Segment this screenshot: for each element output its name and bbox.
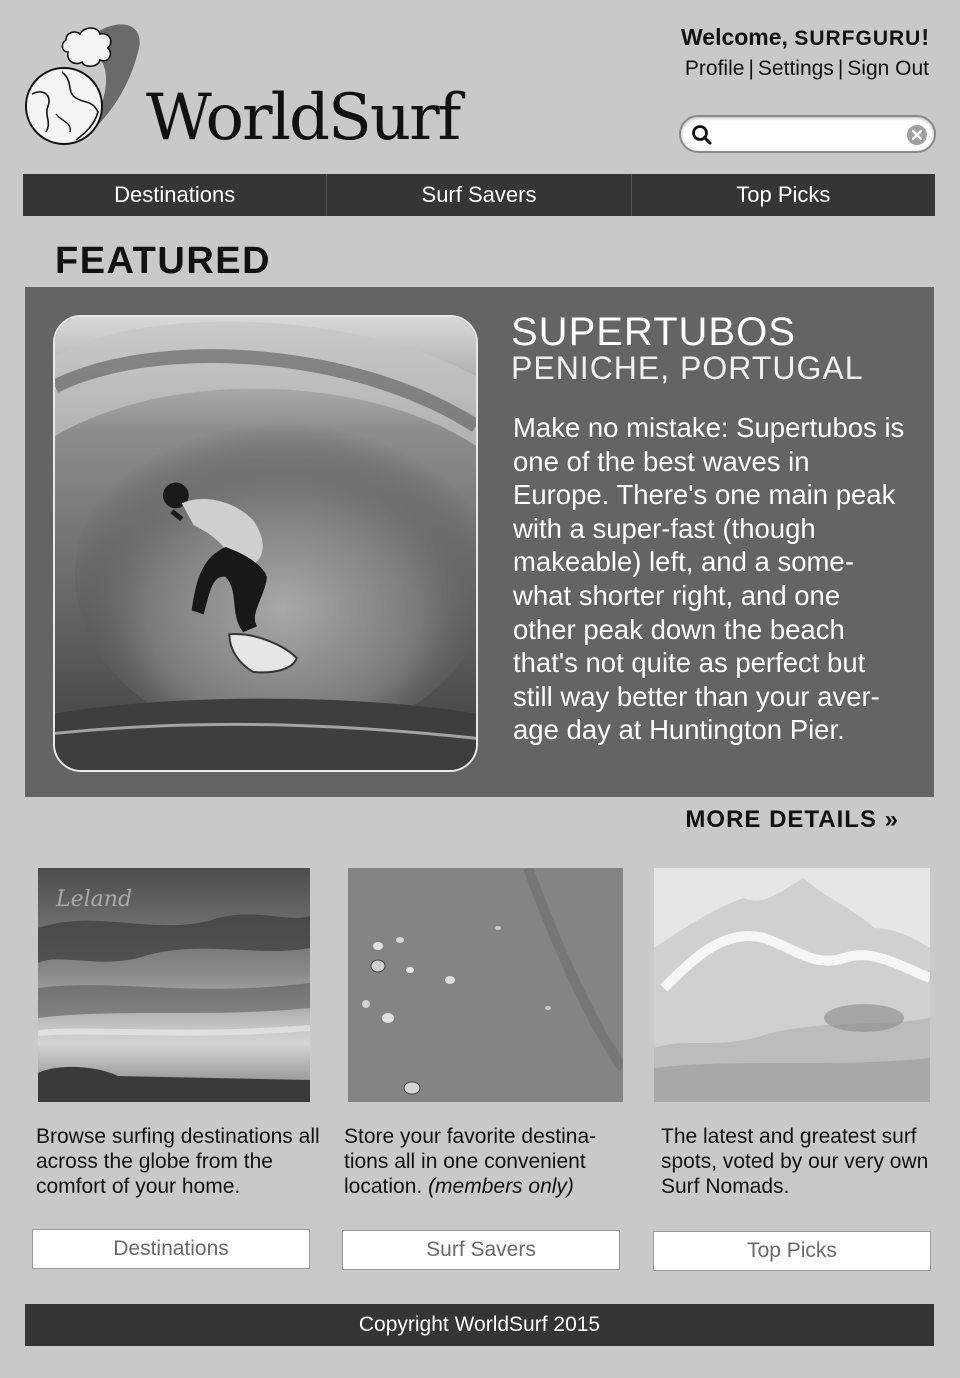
featured-location: PENICHE, PORTUGAL bbox=[511, 350, 864, 386]
members-only-note: (members only) bbox=[428, 1175, 574, 1198]
profile-link[interactable]: Profile bbox=[685, 57, 745, 80]
nav-item-top-picks[interactable]: Top Picks bbox=[632, 174, 935, 216]
copyright-text: Copyright WorldSurf 2015 bbox=[358, 1313, 601, 1336]
search-box[interactable] bbox=[679, 115, 936, 153]
settings-link[interactable]: Settings bbox=[758, 57, 834, 80]
card-photo-watermark: Leland bbox=[55, 887, 132, 912]
destinations-sky-photo[interactable]: Leland bbox=[38, 868, 310, 1102]
destinations-button[interactable]: Destinations bbox=[32, 1229, 310, 1269]
surf-savers-sand-photo[interactable] bbox=[348, 868, 623, 1102]
clear-icon[interactable] bbox=[906, 124, 928, 146]
footer: Copyright WorldSurf 2015 bbox=[25, 1304, 934, 1346]
surf-savers-button[interactable]: Surf Savers bbox=[342, 1230, 620, 1270]
sign-out-link[interactable]: Sign Out bbox=[847, 57, 929, 80]
nav-item-destinations[interactable]: Destinations bbox=[23, 174, 328, 216]
welcome-prefix: Welcome, bbox=[680, 24, 795, 50]
search-icon[interactable] bbox=[691, 124, 713, 146]
link-separator: | bbox=[748, 57, 754, 80]
destinations-card-text: Browse surfing destinations all across t… bbox=[36, 1125, 320, 1198]
top-picks-wave-photo[interactable] bbox=[654, 868, 930, 1102]
account-links: Profile | Settings | Sign Out bbox=[685, 57, 929, 81]
link-separator: | bbox=[837, 57, 844, 80]
username: SURFGURU bbox=[794, 27, 922, 50]
nav-item-surf-savers[interactable]: Surf Savers bbox=[327, 174, 632, 216]
featured-description: Make no mistake: Supertubos is one of th… bbox=[513, 412, 905, 746]
welcome-suffix: ! bbox=[921, 24, 929, 50]
top-picks-card-text: The latest and greatest surf spots, vote… bbox=[661, 1125, 929, 1198]
more-details-link[interactable]: MORE DETAILS » bbox=[685, 806, 899, 834]
surf-savers-card-text: Store your favorite destina-tions all in… bbox=[344, 1124, 629, 1199]
top-picks-button[interactable]: Top Picks bbox=[653, 1231, 931, 1271]
featured-heading: FEATURED bbox=[55, 240, 272, 282]
search-input[interactable] bbox=[719, 121, 889, 147]
globe-with-cloud-icon bbox=[25, 24, 140, 145]
featured-title: SUPERTUBOS bbox=[511, 310, 796, 354]
welcome-message: Welcome, SURFGURU! bbox=[681, 24, 929, 51]
featured-surf-photo[interactable] bbox=[53, 315, 478, 772]
brand-logo-text[interactable]: WorldSurf bbox=[146, 86, 461, 150]
main-nav: Destinations Surf Savers Top Picks bbox=[23, 174, 935, 216]
